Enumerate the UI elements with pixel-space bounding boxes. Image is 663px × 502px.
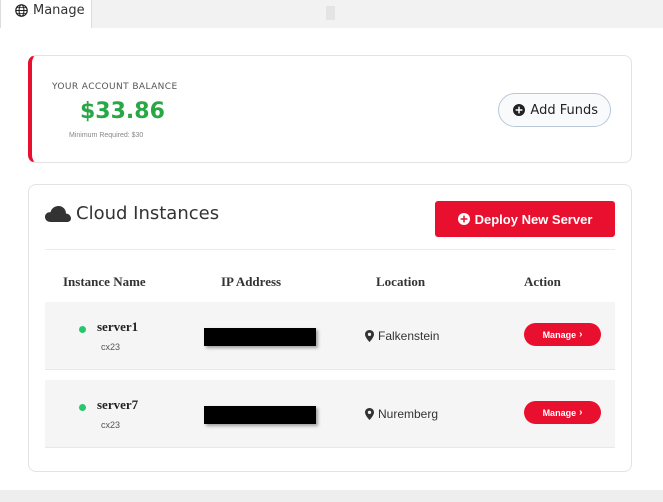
ip-address-redacted [204,406,316,424]
instance-location: Falkenstein [365,329,439,343]
map-pin-icon [365,330,374,342]
tab-bar: Manage [0,0,663,29]
plus-circle-icon [513,104,526,116]
balance-label: YOUR ACCOUNT BALANCE [52,82,178,92]
manage-server-button[interactable]: Manage › [524,401,601,424]
globe-icon [15,4,28,17]
cloud-icon [45,205,71,222]
location-label: Nuremberg [378,407,439,421]
account-balance-card: YOUR ACCOUNT BALANCE $33.86 Minimum Requ… [28,55,632,163]
plus-circle-icon [457,213,470,225]
tab-label: Manage [33,3,85,18]
deploy-label: Deploy New Server [474,211,593,227]
manage-label: Manage [542,329,577,340]
main-content: YOUR ACCOUNT BALANCE $33.86 Minimum Requ… [0,28,663,490]
instance-name: server1 [97,319,139,334]
instance-location: Nuremberg [365,407,438,421]
deploy-new-server-button[interactable]: Deploy New Server [435,201,615,237]
table-row: server7 cx23 Nuremberg Manage › [45,380,615,448]
status-online-indicator [79,326,86,333]
manage-label: Manage [542,407,577,418]
map-pin-icon [365,408,374,420]
column-location: Location [376,274,426,289]
tab-manage[interactable]: Manage [0,0,92,28]
balance-amount: $33.86 [80,99,165,124]
add-funds-button[interactable]: Add Funds [498,93,611,127]
divider [45,249,615,250]
tab-separator [326,6,335,20]
manage-server-button[interactable]: Manage › [524,323,601,346]
column-action: Action [524,274,561,289]
instance-name: server7 [97,397,139,412]
cloud-instances-card: Cloud Instances Deploy New Server Instan… [28,184,632,472]
status-online-indicator [79,404,86,411]
cloud-instances-title: Cloud Instances [45,203,219,224]
instance-type: cx23 [101,342,121,352]
column-instance-name: Instance Name [63,274,146,289]
table-header: Instance Name IP Address Location Action [45,274,615,294]
ip-address-redacted [204,328,316,346]
cloud-instances-title-text: Cloud Instances [76,203,220,224]
location-label: Falkenstein [378,329,440,343]
chevron-right-icon: › [579,407,583,418]
chevron-right-icon: › [579,329,583,340]
table-row: server1 cx23 Falkenstein Manage › [45,302,615,370]
column-ip-address: IP Address [221,274,282,289]
instance-type: cx23 [101,420,121,430]
minimum-required: Minimum Required: $30 [69,132,144,139]
add-funds-label: Add Funds [530,102,598,118]
